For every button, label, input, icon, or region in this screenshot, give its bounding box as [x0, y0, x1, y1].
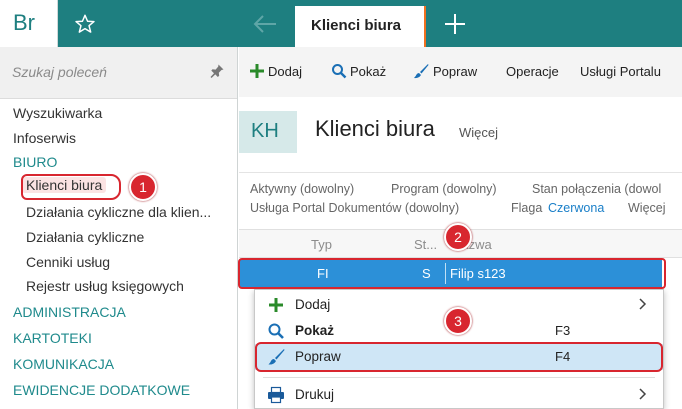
menu-item-label: Dodaj: [295, 297, 331, 312]
filter-program[interactable]: Program (dowolny): [391, 182, 497, 196]
menu-item-shortcut: F3: [555, 323, 571, 338]
show-button[interactable]: Pokaż: [350, 64, 386, 79]
chevron-right-icon: [639, 388, 647, 400]
search-icon: [268, 323, 284, 339]
page-title: Klienci biura: [315, 116, 435, 141]
sidebar-section-kartoteki[interactable]: KARTOTEKI: [13, 330, 92, 346]
page-header: KH Klienci biura Więcej: [239, 97, 682, 172]
arrow-left-icon[interactable]: [252, 13, 278, 35]
action-toolbar: Dodaj Pokaż Popraw Operacje Usługi Porta…: [239, 47, 682, 97]
sidebar-item-infoserwis[interactable]: Infoserwis: [13, 130, 76, 146]
menu-item-print[interactable]: Drukuj: [255, 382, 663, 408]
sidebar-section-komunikacja[interactable]: KOMUNIKACJA: [13, 356, 114, 372]
edit-button[interactable]: Popraw: [433, 64, 477, 79]
tab-klienci-biura[interactable]: Klienci biura: [295, 6, 425, 47]
menu-separator: [263, 377, 655, 378]
add-button[interactable]: Dodaj: [268, 64, 302, 79]
filter-flag-value[interactable]: Czerwona: [548, 201, 604, 215]
plus-icon: [269, 298, 283, 312]
filter-connection[interactable]: Stan połączenia (dowol: [532, 182, 661, 196]
app-logo-text: Br: [13, 10, 35, 35]
filter-bar: Aktywny (dowolny) Program (dowolny) Stan…: [239, 172, 682, 228]
pin-icon[interactable]: [209, 63, 225, 79]
sidebar-section-administracja[interactable]: ADMINISTRACJA: [13, 304, 126, 320]
sidebar-item-wyszukiwarka[interactable]: Wyszukiwarka: [13, 105, 102, 121]
tab-separator: [424, 6, 426, 47]
annotation-highlight-klienci-biura: [21, 174, 121, 200]
printer-icon: [268, 386, 284, 404]
module-badge: KH: [239, 111, 297, 153]
annotation-highlight-edit: [255, 342, 663, 372]
sidebar: Szukaj poleceń Wyszukiwarka Infoserwis B…: [0, 47, 238, 409]
command-search-input[interactable]: Szukaj poleceń: [0, 47, 237, 99]
plus-icon: [250, 64, 264, 78]
portal-services-button[interactable]: Usługi Portalu: [580, 64, 661, 79]
sidebar-section-biuro[interactable]: BIURO: [13, 154, 57, 170]
header-more-link[interactable]: Więcej: [459, 125, 498, 140]
sidebar-item-cenniki-uslug[interactable]: Cenniki usług: [26, 254, 110, 270]
annotation-highlight-row: [238, 258, 666, 289]
sidebar-item-rejestr-uslug[interactable]: Rejestr usług księgowych: [26, 278, 184, 294]
operations-button[interactable]: Operacje: [506, 64, 559, 79]
filter-active[interactable]: Aktywny (dowolny): [250, 182, 354, 196]
annotation-callout-1: 1: [129, 173, 157, 201]
filter-flag-label: Flaga: [511, 201, 543, 215]
module-badge-text: KH: [251, 120, 279, 142]
annotation-callout-2: 2: [444, 223, 472, 251]
menu-item-label: Drukuj: [295, 387, 335, 402]
sidebar-item-dzialania-cykliczne[interactable]: Działania cykliczne: [26, 229, 144, 245]
column-header-typ[interactable]: Typ: [311, 237, 332, 252]
search-icon: [332, 64, 347, 79]
sidebar-item-dzialania-cykliczne-dla-klientow[interactable]: Działania cykliczne dla klien...: [26, 204, 211, 220]
menu-item-label: Pokaż: [295, 323, 335, 338]
filter-more-link[interactable]: Więcej: [628, 201, 666, 215]
annotation-callout-3: 3: [444, 307, 472, 335]
brush-icon: [414, 64, 429, 79]
tab-label: Klienci biura: [311, 17, 402, 34]
search-placeholder: Szukaj poleceń: [12, 64, 107, 80]
star-icon[interactable]: [74, 13, 96, 35]
chevron-right-icon: [639, 298, 647, 310]
plus-icon[interactable]: [443, 12, 467, 36]
sidebar-section-ewidencje-dodatkowe[interactable]: EWIDENCJE DODATKOWE: [13, 382, 190, 398]
column-header-status[interactable]: St...: [414, 237, 437, 252]
top-bar: Br Klienci biura: [0, 0, 682, 47]
filter-portal-service[interactable]: Usługa Portal Dokumentów (dowolny): [250, 201, 459, 215]
app-logo[interactable]: Br: [0, 0, 58, 47]
